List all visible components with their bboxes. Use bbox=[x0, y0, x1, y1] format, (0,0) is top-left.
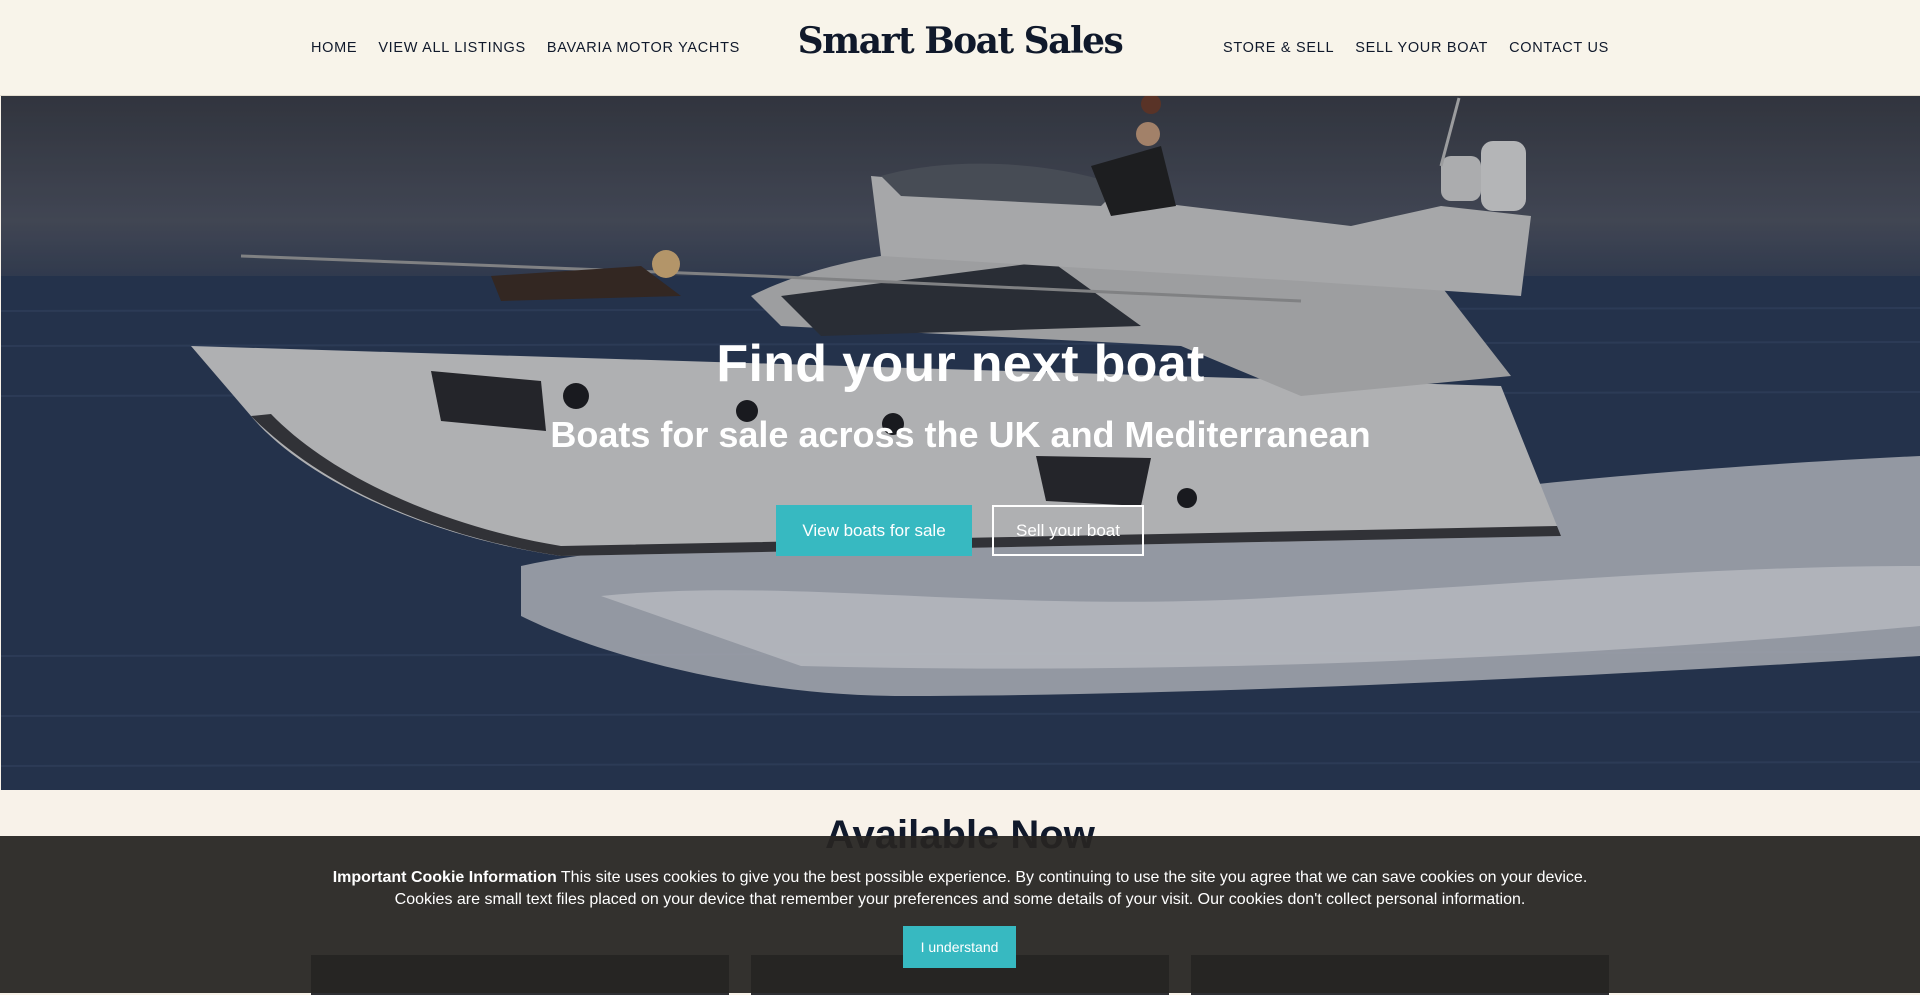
sell-your-boat-button[interactable]: Sell your boat bbox=[992, 505, 1144, 556]
hero-title: Find your next boat bbox=[716, 335, 1205, 393]
cookie-heading: Important Cookie Information bbox=[332, 869, 557, 886]
nav-contact-us[interactable]: CONTACT US bbox=[1509, 39, 1609, 57]
nav-store-and-sell[interactable]: STORE & SELL bbox=[1223, 39, 1334, 57]
hero-subtitle: Boats for sale across the UK and Mediter… bbox=[550, 414, 1371, 455]
cookie-message: Important Cookie Information This site u… bbox=[311, 867, 1609, 911]
primary-nav-right: STORE & SELL SELL YOUR BOAT CONTACT US bbox=[1223, 39, 1609, 57]
site-logo[interactable]: Smart Boat Sales bbox=[0, 20, 1920, 62]
hero-banner: Find your next boat Boats for sale acros… bbox=[1, 96, 1920, 790]
nav-sell-your-boat[interactable]: SELL YOUR BOAT bbox=[1355, 39, 1488, 57]
site-header: HOME VIEW ALL LISTINGS BAVARIA MOTOR YAC… bbox=[0, 0, 1920, 96]
cookie-banner: Important Cookie Information This site u… bbox=[0, 836, 1920, 993]
cookie-body: This site uses cookies to give you the b… bbox=[394, 869, 1588, 908]
view-boats-for-sale-button[interactable]: View boats for sale bbox=[776, 505, 972, 556]
cookie-accept-button[interactable]: I understand bbox=[903, 926, 1016, 968]
